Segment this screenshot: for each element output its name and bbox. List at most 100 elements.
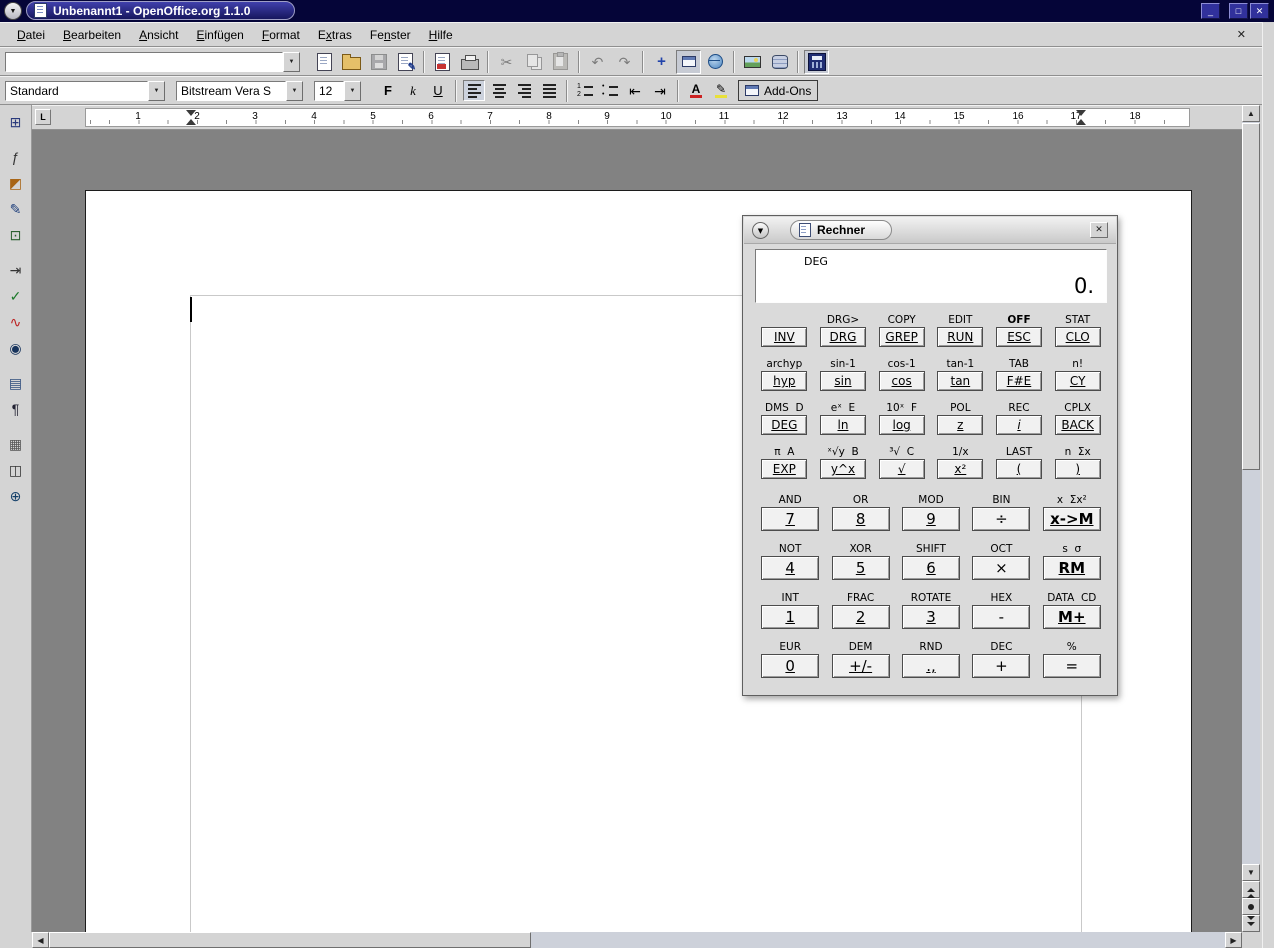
paragraph-style-value[interactable]: Standard [5,81,148,101]
bullet-list-button[interactable] [599,80,621,101]
vertical-scrollbar[interactable]: ▲ ▼ [1242,105,1260,932]
calc-key-tan[interactable]: tan [937,371,983,391]
scroll-up-button[interactable]: ▲ [1242,105,1260,122]
style-dropdown-button[interactable]: ▼ [148,81,165,101]
calc-key-x-squared[interactable]: x² [937,459,983,479]
calc-key-store-memory[interactable]: x->M [1043,507,1101,531]
align-justify-button[interactable] [538,80,560,101]
window-menu-button[interactable]: ▼ [4,2,22,20]
calc-key-multiply[interactable]: × [972,556,1030,580]
calc-key-plus-minus[interactable]: +/- [832,654,890,678]
menu-einfuegen[interactable]: Einfügen [187,24,252,46]
bold-button[interactable]: F [377,80,399,101]
minimize-button[interactable]: _ [1201,3,1220,19]
calc-key-plus[interactable]: + [972,654,1030,678]
increase-indent-button[interactable]: ⇥ [649,80,671,101]
graphics-icon[interactable]: ▦ [3,432,29,456]
calc-key-fe[interactable]: F#E [996,371,1042,391]
calc-key-divide[interactable]: ÷ [972,507,1030,531]
find-icon[interactable]: ◉ [3,336,29,360]
menu-format[interactable]: Format [253,24,309,46]
calc-key-4[interactable]: 4 [761,556,819,580]
nonprinting-characters-icon[interactable]: ¶ [3,397,29,421]
addons-button[interactable]: Add-Ons [738,80,818,101]
new-document-icon[interactable] [312,50,337,74]
next-page-button[interactable] [1242,915,1260,932]
draw-functions-icon[interactable]: ✎ [3,197,29,221]
menu-fenster[interactable]: Fenster [361,24,420,46]
calc-key-i[interactable]: i [996,415,1042,435]
menu-datei[interactable]: Datei [8,24,54,46]
scroll-left-button[interactable]: ◀ [32,932,49,948]
close-button[interactable]: ✕ [1250,3,1269,19]
navigator-icon[interactable]: + [649,50,674,74]
calc-key-sin[interactable]: sin [820,371,866,391]
calc-key-1[interactable]: 1 [761,605,819,629]
align-left-button[interactable] [463,80,485,101]
data-sources-icon[interactable]: ▤ [3,371,29,395]
align-right-button[interactable] [513,80,535,101]
autospellcheck-icon[interactable]: ∿ [3,310,29,334]
size-dropdown-button[interactable]: ▼ [344,81,361,101]
calc-key-run[interactable]: RUN [937,327,983,347]
calc-key-decimal[interactable]: ., [902,654,960,678]
calc-key-esc[interactable]: ESC [996,327,1042,347]
calculator-titlebar[interactable]: ▼ Rechner ✕ [744,217,1116,244]
hyperlink-icon[interactable] [703,50,728,74]
insert-icon[interactable]: ⊞ [3,110,29,134]
insert-fields-icon[interactable]: ƒ [3,145,29,169]
calc-key-ln[interactable]: ln [820,415,866,435]
calc-key-grep[interactable]: GREP [879,327,925,347]
calculator-title-tab[interactable]: Rechner [790,220,892,240]
font-color-button[interactable]: A [685,80,707,101]
redo-icon[interactable]: ↷ [612,50,637,74]
calc-key-minus[interactable]: - [972,605,1030,629]
italic-button[interactable]: k [402,80,424,101]
scroll-right-button[interactable]: ▶ [1225,932,1242,948]
data-sources-icon[interactable] [767,50,792,74]
calc-key-clo[interactable]: CLO [1055,327,1101,347]
horizontal-scrollbar[interactable]: ◀ ▶ [32,932,1242,948]
calc-key-7[interactable]: 7 [761,507,819,531]
edit-file-icon[interactable]: ✎ [393,50,418,74]
calc-key-z[interactable]: z [937,415,983,435]
print-icon[interactable] [457,50,482,74]
paste-icon[interactable] [548,50,573,74]
calc-key-5[interactable]: 5 [832,556,890,580]
calculator-addon-icon[interactable] [804,50,829,74]
calc-key-9[interactable]: 9 [902,507,960,531]
tab-type-selector[interactable]: L [35,109,51,125]
calc-key-memory-plus[interactable]: M+ [1043,605,1101,629]
gallery-icon[interactable] [740,50,765,74]
navigation-button[interactable] [1242,898,1260,915]
underline-button[interactable]: U [427,80,449,101]
previous-page-button[interactable] [1242,881,1260,898]
scroll-down-button[interactable]: ▼ [1242,864,1260,881]
calc-key-log[interactable]: log [879,415,925,435]
calc-key-equals[interactable]: = [1043,654,1101,678]
url-input[interactable] [5,52,283,72]
zoom-icon[interactable]: ⊕ [3,484,29,508]
align-center-button[interactable] [488,80,510,101]
stylist-icon[interactable] [676,50,701,74]
url-dropdown-button[interactable]: ▼ [283,52,300,72]
font-name-value[interactable]: Bitstream Vera S [176,81,286,101]
calculator-window-menu-button[interactable]: ▼ [752,222,769,239]
calc-key-sqrt[interactable]: √ [879,459,925,479]
calc-key-0[interactable]: 0 [761,654,819,678]
window-title-tab[interactable]: Unbenannt1 - OpenOffice.org 1.1.0 [26,1,295,20]
calc-key-8[interactable]: 8 [832,507,890,531]
save-icon[interactable] [366,50,391,74]
font-size-value[interactable]: 12 [314,81,344,101]
calc-key-cy[interactable]: CY [1055,371,1101,391]
export-pdf-icon[interactable] [430,50,455,74]
calc-key-6[interactable]: 6 [902,556,960,580]
calc-key-recall-memory[interactable]: RM [1043,556,1101,580]
vertical-scroll-thumb[interactable] [1242,123,1260,470]
decrease-indent-button[interactable]: ⇤ [624,80,646,101]
calc-key-cos[interactable]: cos [879,371,925,391]
insert-object-icon[interactable]: ◩ [3,171,29,195]
calc-key-y-pow-x[interactable]: y^x [820,459,866,479]
spellcheck-icon[interactable]: ✓ [3,284,29,308]
right-indent-marker[interactable] [1076,109,1086,126]
